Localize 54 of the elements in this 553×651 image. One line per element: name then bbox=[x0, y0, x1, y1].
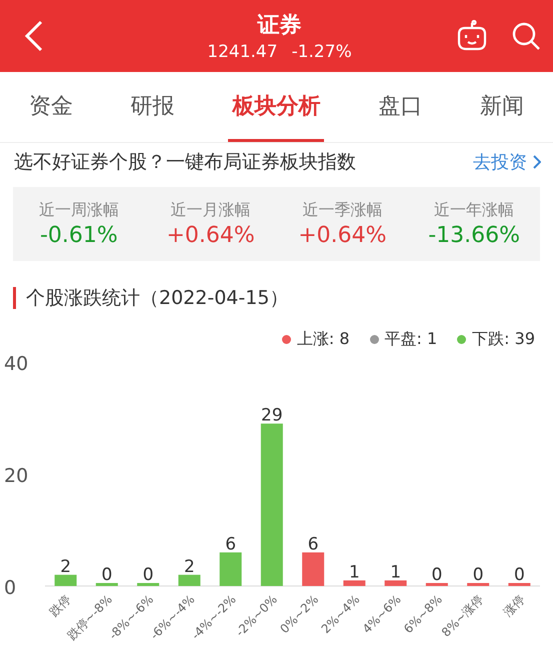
value-label: 2 bbox=[60, 556, 72, 577]
x-tick-label: 涨停 bbox=[500, 592, 528, 620]
value-label: 1 bbox=[348, 562, 360, 582]
stat-value: +0.64% bbox=[298, 223, 387, 248]
bar bbox=[384, 580, 407, 586]
tab[interactable]: 盘口 bbox=[374, 72, 426, 142]
bar bbox=[54, 574, 77, 586]
bar bbox=[302, 552, 324, 586]
back-icon[interactable] bbox=[24, 20, 44, 52]
tab[interactable]: 研报 bbox=[126, 72, 179, 142]
search-icon[interactable] bbox=[510, 21, 541, 51]
invest-link[interactable]: 去投资 bbox=[473, 150, 541, 174]
section-title: 个股涨跌统计（2022-04-15） bbox=[26, 286, 288, 311]
x-tick-label: 跌停 bbox=[46, 592, 74, 620]
bar bbox=[96, 583, 118, 586]
tab[interactable]: 资金 bbox=[24, 72, 77, 142]
value-label: 2 bbox=[184, 556, 195, 577]
bar bbox=[426, 583, 448, 586]
section-marker bbox=[13, 287, 16, 309]
stat-label: 近一季涨幅 bbox=[302, 200, 382, 221]
value-label: 0 bbox=[431, 565, 442, 585]
page-title: 证券 bbox=[257, 12, 302, 40]
stat-value: +0.64% bbox=[166, 223, 255, 248]
legend-label: 平盘: 1 bbox=[384, 329, 438, 350]
bar bbox=[178, 574, 200, 586]
bar bbox=[467, 583, 490, 586]
value-label: 6 bbox=[308, 534, 319, 554]
y-tick-label: 40 bbox=[4, 353, 28, 375]
tab[interactable]: 新闻 bbox=[476, 72, 528, 142]
stat-label: 近一月涨幅 bbox=[170, 200, 251, 221]
bar bbox=[343, 580, 366, 586]
promo-text: 选不好证券个股？一键布局证券板块指数 bbox=[14, 150, 356, 175]
index-price: 1241.47 bbox=[207, 42, 278, 62]
y-tick-label: 20 bbox=[4, 465, 28, 487]
legend-label: 下跌: 39 bbox=[472, 329, 535, 350]
index-change: -1.27% bbox=[292, 42, 352, 62]
bar bbox=[220, 552, 242, 586]
stat-value: -13.66% bbox=[428, 223, 520, 248]
chevron-icon bbox=[533, 155, 541, 169]
value-label: 0 bbox=[142, 565, 154, 585]
bar bbox=[508, 583, 530, 586]
y-tick-label: 0 bbox=[4, 577, 16, 599]
value-label: 29 bbox=[261, 406, 283, 426]
stat-label: 近一年涨幅 bbox=[434, 200, 514, 221]
value-label: 1 bbox=[390, 562, 402, 582]
value-label: 6 bbox=[225, 534, 236, 554]
tab[interactable]: 板块分析 bbox=[228, 72, 324, 142]
stat-label: 近一周涨幅 bbox=[38, 200, 119, 221]
legend-label: 上涨: 8 bbox=[296, 329, 350, 350]
value-label: 0 bbox=[472, 565, 484, 585]
stat-value: -0.61% bbox=[40, 223, 118, 248]
bar bbox=[137, 583, 160, 586]
value-label: 0 bbox=[514, 565, 525, 585]
value-label: 0 bbox=[101, 565, 112, 585]
